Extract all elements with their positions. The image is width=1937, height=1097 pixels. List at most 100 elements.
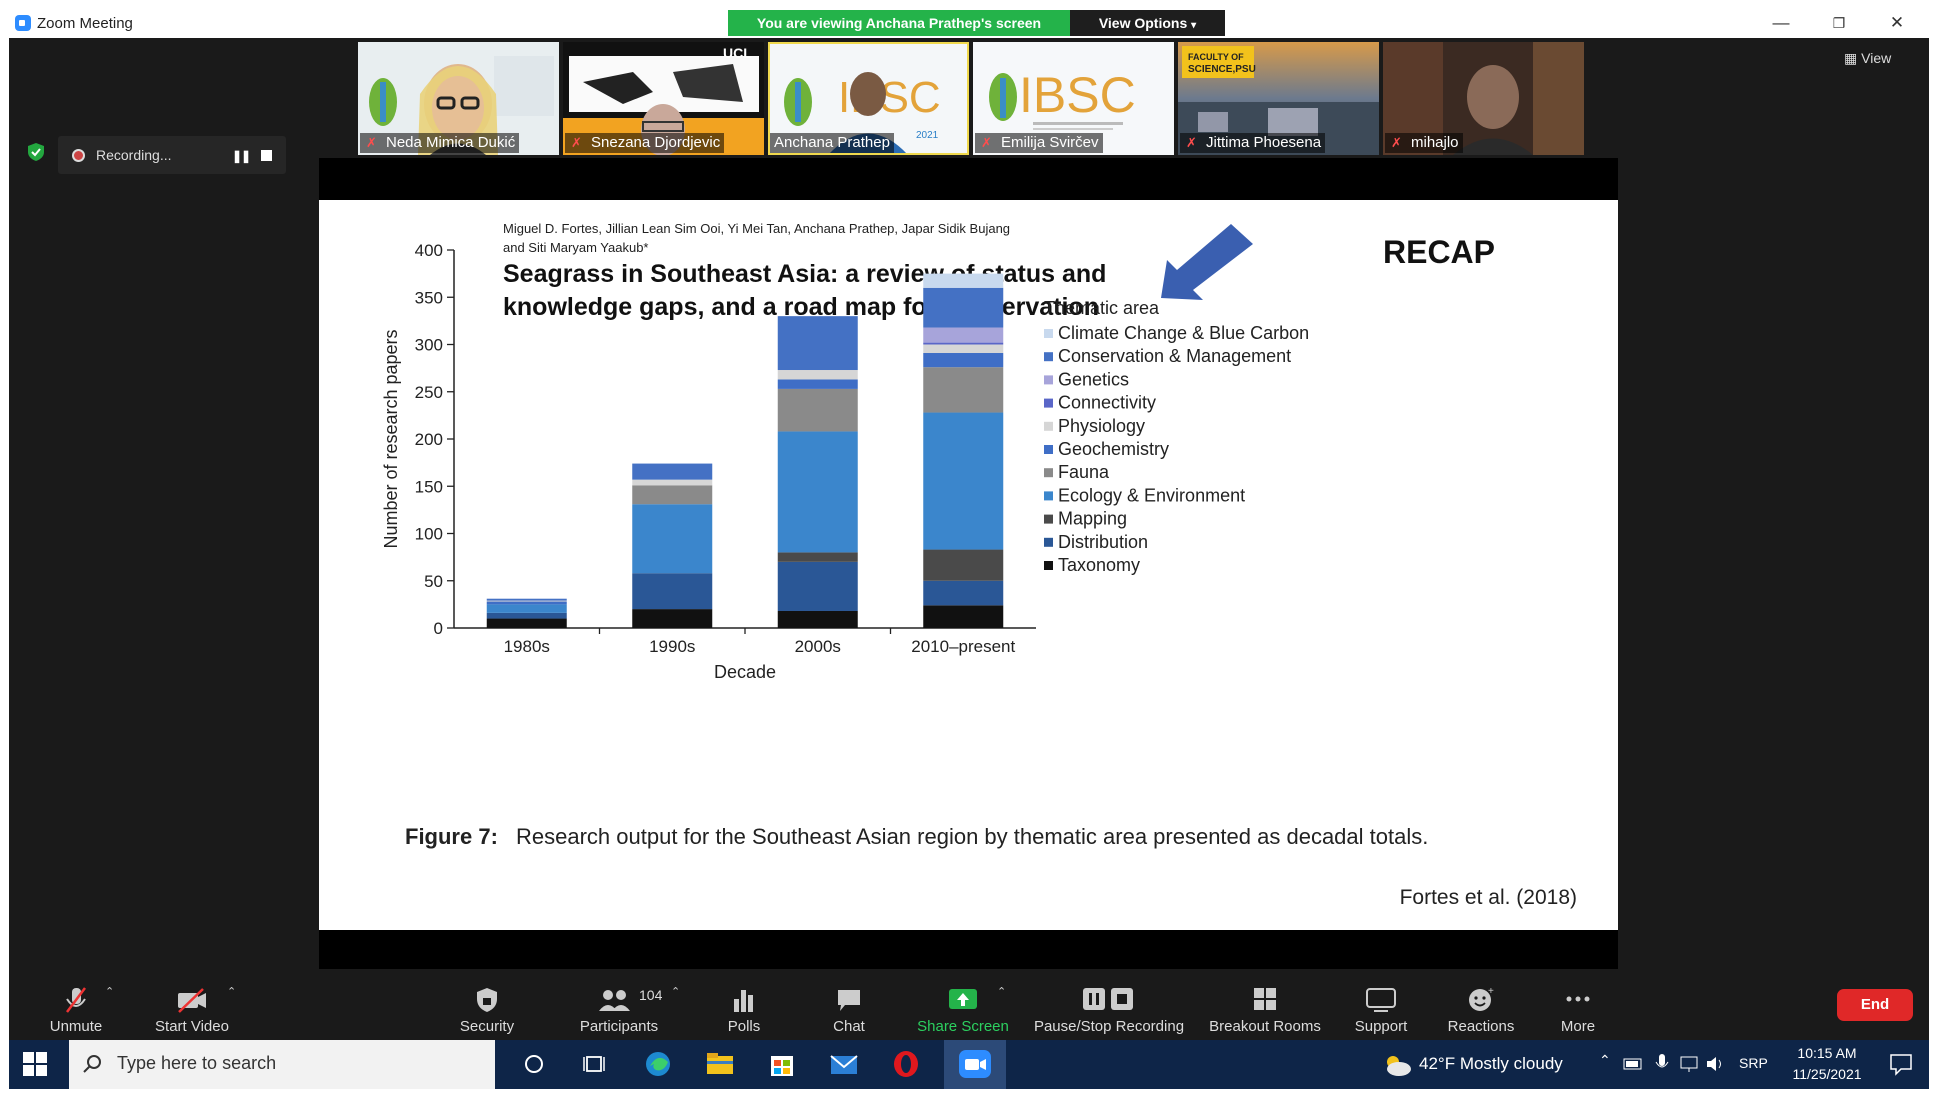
- view-options-label: View Options: [1098, 15, 1188, 31]
- chevron-down-icon: ▾: [1191, 20, 1197, 31]
- reactions-button[interactable]: + Reactions: [1436, 985, 1526, 1035]
- windows-start-icon[interactable]: [23, 1052, 47, 1076]
- taskbar-search-box[interactable]: Type here to search: [69, 1040, 495, 1089]
- volume-icon[interactable]: [1705, 1054, 1727, 1074]
- window-title: Zoom Meeting: [37, 15, 133, 32]
- participant-name: Anchana Prathep: [770, 133, 894, 153]
- file-explorer-icon[interactable]: [704, 1048, 736, 1080]
- weather-text[interactable]: 42°F Mostly cloudy: [1419, 1054, 1563, 1074]
- video-off-icon: [178, 988, 206, 1013]
- participants-button[interactable]: 104 Participants: [569, 985, 669, 1035]
- x-axis-title: Decade: [714, 662, 776, 682]
- support-button[interactable]: Support: [1341, 985, 1421, 1035]
- participant-name: ✗ Jittima Phoesena: [1180, 133, 1326, 153]
- legend-item: Climate Change & Blue Carbon: [1058, 323, 1309, 343]
- network-icon[interactable]: [1679, 1054, 1701, 1074]
- bar-segment: [923, 605, 1004, 628]
- bar-segment: [923, 327, 1004, 343]
- clock-time[interactable]: 10:15 AM: [1782, 1045, 1872, 1061]
- legend-item: Conservation & Management: [1058, 346, 1291, 366]
- security-button[interactable]: Security: [447, 985, 527, 1035]
- meeting-toolbar: Unmute ⌃ Start Video ⌃ Security 104 Part…: [9, 971, 1929, 1040]
- search-placeholder: Type here to search: [117, 1053, 277, 1073]
- microphone-icon[interactable]: [1655, 1052, 1669, 1076]
- legend-item: Physiology: [1058, 416, 1145, 436]
- search-icon: [83, 1055, 101, 1073]
- reactions-icon: +: [1469, 986, 1494, 1011]
- view-options-button[interactable]: View Options ▾: [1070, 10, 1225, 36]
- support-label: Support: [1354, 1018, 1408, 1035]
- participants-count: 104: [639, 987, 663, 1003]
- bar-segment: [486, 600, 567, 602]
- video-tile[interactable]: FACULTY OF SCIENCE,PSU ✗ Jittima Phoesena: [1178, 42, 1379, 155]
- input-language[interactable]: SRP: [1739, 1055, 1768, 1071]
- legend-swatch: [1044, 421, 1053, 431]
- video-tile[interactable]: ✗ mihajlo: [1383, 42, 1584, 155]
- restore-button[interactable]: ❐: [1824, 12, 1854, 34]
- share-screen-label: Share Screen: [917, 1018, 1009, 1035]
- more-label: More: [1560, 1018, 1596, 1035]
- participant-name: ✗ Snezana Djordjevic: [565, 133, 725, 153]
- pause-stop-icon: [1083, 988, 1133, 1010]
- edge-browser-icon[interactable]: [642, 1048, 674, 1080]
- shield-icon: [477, 988, 497, 1012]
- legend-swatch: [1044, 352, 1053, 362]
- breakout-rooms-icon: [1254, 988, 1276, 1010]
- start-video-label: Start Video: [155, 1018, 229, 1035]
- audio-options-chevron-icon[interactable]: ⌃: [105, 985, 114, 998]
- bar-segment: [923, 344, 1004, 354]
- polls-button[interactable]: Polls: [709, 985, 779, 1035]
- clock-date[interactable]: 11/25/2021: [1782, 1066, 1872, 1082]
- pause-stop-recording-button[interactable]: Pause/Stop Recording: [1029, 985, 1189, 1035]
- more-button[interactable]: More: [1545, 985, 1611, 1035]
- zoom-app-icon: [15, 15, 31, 31]
- video-tile[interactable]: IBSC ✗ Emilija Svirčev: [973, 42, 1174, 155]
- svg-text:IBSC: IBSC: [1019, 67, 1136, 123]
- grid-icon: ▦: [1844, 50, 1858, 66]
- mic-muted-icon: ✗: [1186, 135, 1197, 150]
- cortana-icon[interactable]: [518, 1048, 550, 1080]
- participants-options-chevron-icon[interactable]: ⌃: [671, 985, 680, 998]
- opera-browser-icon[interactable]: [890, 1048, 922, 1080]
- minimize-button[interactable]: —: [1766, 12, 1796, 34]
- microsoft-store-icon[interactable]: [766, 1048, 798, 1080]
- mail-icon[interactable]: [828, 1048, 860, 1080]
- end-meeting-button[interactable]: End: [1837, 989, 1913, 1021]
- bar-segment: [777, 561, 858, 611]
- paper-title: Seagrass in Southeast Asia: a review of …: [503, 260, 1106, 288]
- bar-segment: [923, 549, 1004, 581]
- share-options-chevron-icon[interactable]: ⌃: [997, 985, 1006, 998]
- y-tick-label: 300: [415, 336, 443, 355]
- bar-segment: [777, 388, 858, 432]
- bar-segment: [632, 485, 713, 505]
- encryption-shield-icon[interactable]: [26, 142, 46, 162]
- notifications-icon[interactable]: [1889, 1052, 1913, 1076]
- task-view-icon[interactable]: [579, 1048, 611, 1080]
- pause-stop-recording-label: Pause/Stop Recording: [1033, 1018, 1185, 1035]
- bar-segment: [632, 504, 713, 574]
- y-tick-label: 350: [415, 288, 443, 307]
- video-tile-active-speaker[interactable]: IBSC 2021 Anchana Prathep: [768, 42, 969, 155]
- video-tile[interactable]: ✗ Neda Mimica Dukić: [358, 42, 559, 155]
- battery-icon[interactable]: [1623, 1056, 1645, 1072]
- video-tile[interactable]: UCL ✗ Snezana Djordjevic: [563, 42, 764, 155]
- pause-recording-icon[interactable]: ❚❚: [232, 149, 251, 163]
- stop-recording-icon[interactable]: [261, 150, 272, 161]
- more-icon: [1566, 996, 1590, 1002]
- view-button[interactable]: ▦ View: [1844, 50, 1891, 67]
- zoom-taskbar-item[interactable]: [944, 1040, 1006, 1089]
- video-options-chevron-icon[interactable]: ⌃: [227, 985, 236, 998]
- mic-muted-icon: [66, 987, 86, 1013]
- participant-name: ✗ Emilija Svirčev: [975, 133, 1103, 153]
- presentation-slide: Miguel D. Fortes, Jillian Lean Sim Ooi, …: [319, 200, 1618, 930]
- chat-button[interactable]: Chat: [814, 985, 884, 1035]
- breakout-rooms-button[interactable]: Breakout Rooms: [1195, 985, 1335, 1035]
- record-dot-icon: [72, 149, 85, 162]
- bar-segment: [486, 604, 567, 613]
- bar-segment: [632, 479, 713, 486]
- system-tray: 42°F Mostly cloudy ⌃ SRP 10:15 AM 11/25/…: [1379, 1040, 1929, 1089]
- show-hidden-icons-chevron-icon[interactable]: ⌃: [1599, 1052, 1611, 1069]
- mic-muted-icon: ✗: [1391, 135, 1402, 150]
- close-window-button[interactable]: ✕: [1882, 12, 1912, 34]
- legend-swatch: [1044, 445, 1053, 454]
